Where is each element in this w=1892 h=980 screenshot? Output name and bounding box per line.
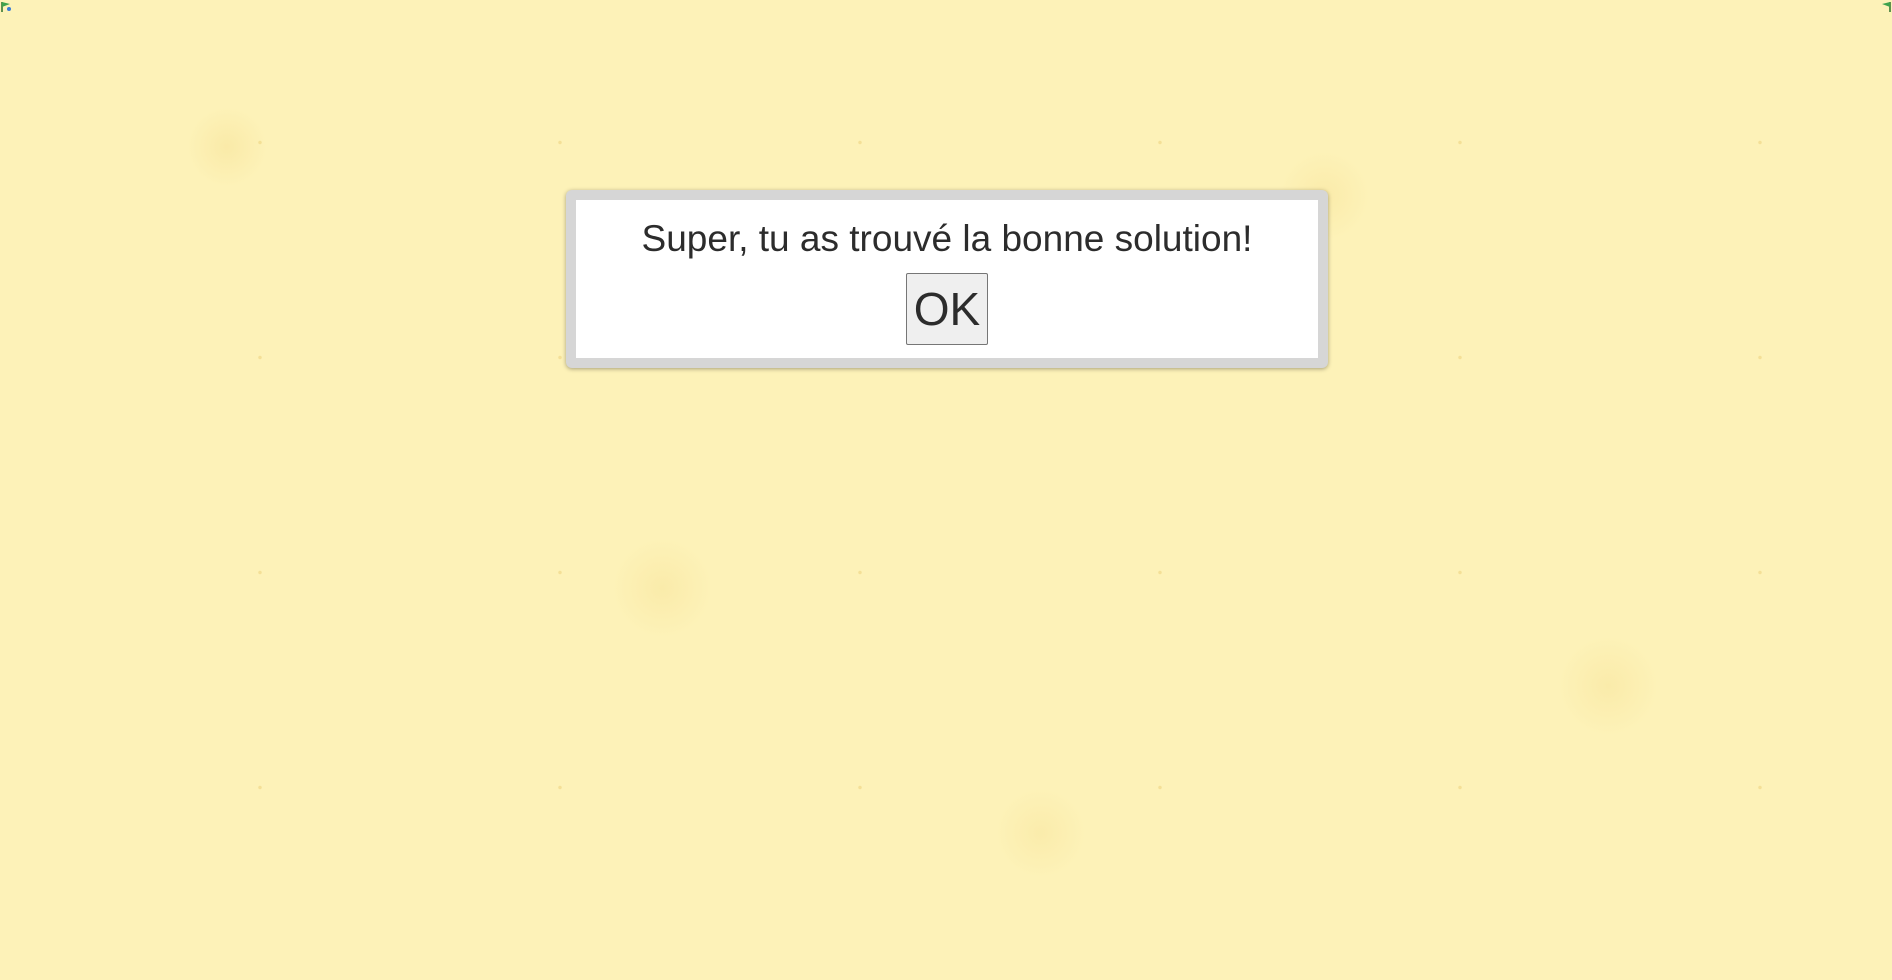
dialog-body: Super, tu as trouvé la bonne solution! O…	[576, 200, 1318, 358]
corner-flag-icon-right	[1878, 0, 1892, 12]
ok-button[interactable]: OK	[906, 273, 988, 345]
dialog-message: Super, tu as trouvé la bonne solution!	[641, 218, 1253, 259]
success-dialog: Super, tu as trouvé la bonne solution! O…	[566, 190, 1328, 368]
corner-flag-icon	[0, 0, 14, 12]
